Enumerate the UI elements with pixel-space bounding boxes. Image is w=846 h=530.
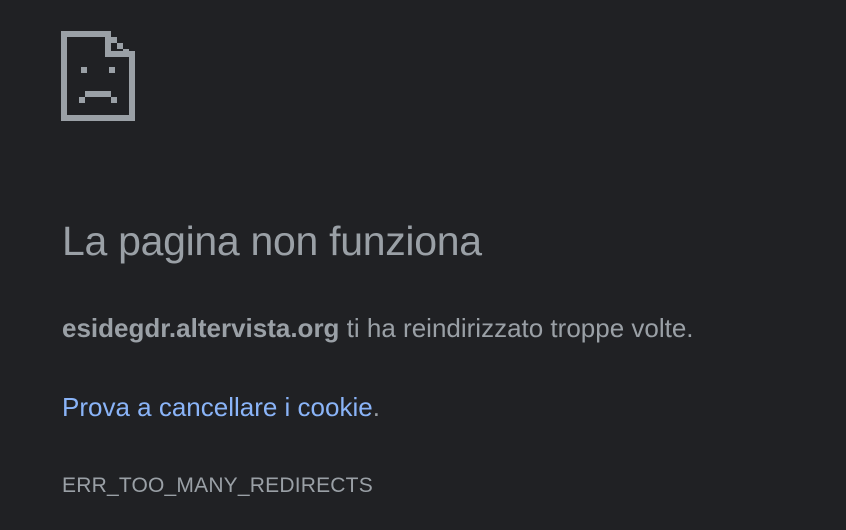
error-suggestion: Prova a cancellare i cookie. <box>62 392 380 423</box>
error-title: La pagina non funziona <box>62 218 482 264</box>
error-host: esidegdr.altervista.org <box>62 313 340 343</box>
error-message: ti ha reindirizzato troppe volte. <box>339 313 694 343</box>
sad-page-icon <box>61 31 135 121</box>
error-code: ERR_TOO_MANY_REDIRECTS <box>62 474 373 497</box>
suggestion-period: . <box>372 392 380 422</box>
error-summary: esidegdr.altervista.org ti ha reindirizz… <box>62 313 694 344</box>
clear-cookies-link[interactable]: Prova a cancellare i cookie <box>62 392 373 422</box>
